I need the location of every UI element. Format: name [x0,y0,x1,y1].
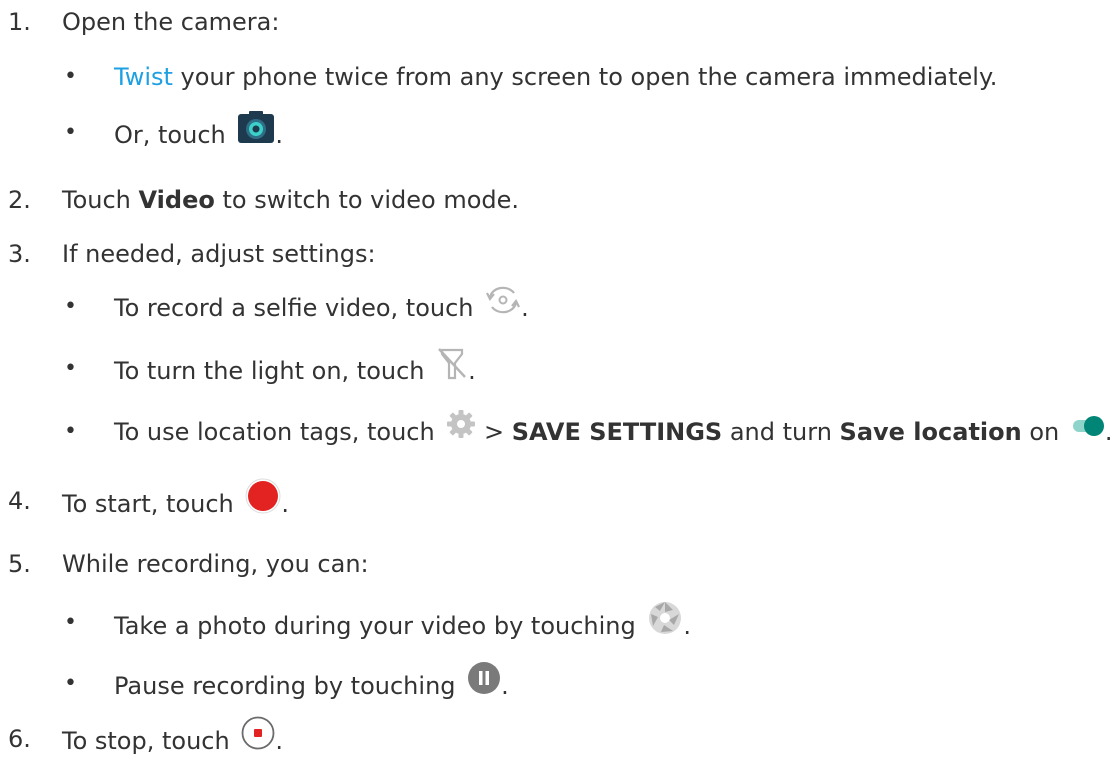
shutter-icon [647,600,683,648]
switch-camera-icon [485,284,521,328]
step-text: Touch [62,186,139,214]
substep-text: . [683,612,692,640]
gear-icon [446,409,476,451]
step-number: 1. [8,8,31,36]
substep-text: Pause recording by touching [114,672,464,700]
step-text: . [281,490,290,518]
step-text: To stop, touch [62,727,238,755]
substep-text: Or, touch [114,121,234,149]
substep-text: . [275,121,283,149]
twist-link[interactable]: Twist [114,63,173,91]
substep-text: . [468,357,476,385]
substep-text: . [501,672,509,700]
flashlight-off-icon [436,346,468,392]
substep-text: Take a photo during your video by touchi… [114,612,644,640]
save-settings-label: SAVE SETTINGS [511,418,723,446]
bullet: • [64,120,77,145]
substep-text: To turn the light on, touch [114,357,433,385]
step-text: to switch to video mode. [214,186,520,214]
step-number: 6. [8,725,31,753]
step-text: Open the camera: [62,8,280,36]
bullet: • [64,294,77,319]
step-number: 3. [8,240,31,268]
step-text: To start, touch [62,490,242,518]
step-number: 4. [8,487,31,515]
toggle-on-icon [1071,410,1105,450]
record-button-icon [245,478,281,526]
bullet: • [64,64,77,89]
pause-icon [467,661,501,707]
substep-text: > [476,418,512,446]
bullet: • [64,356,77,381]
step-text: . [275,727,283,755]
substep-text: . [521,294,529,322]
substep-text: To record a selfie video, touch [114,294,482,322]
camera-icon [237,110,275,156]
step-number: 5. [8,550,31,578]
video-mode-label: Video [138,186,215,214]
save-location-label: Save location [839,418,1022,446]
substep-text: . [1105,418,1111,446]
substep-text: your phone twice from any screen to open… [172,63,998,91]
step-number: 2. [8,186,31,214]
substep-text: on [1021,418,1067,446]
substep-text: To use location tags, touch [114,418,443,446]
bullet: • [64,610,77,635]
step-text: While recording, you can: [62,550,369,578]
bullet: • [64,671,77,696]
stop-icon [241,716,275,762]
substep-text: and turn [722,418,840,446]
step-text: If needed, adjust settings: [62,240,376,268]
bullet: • [64,419,77,444]
